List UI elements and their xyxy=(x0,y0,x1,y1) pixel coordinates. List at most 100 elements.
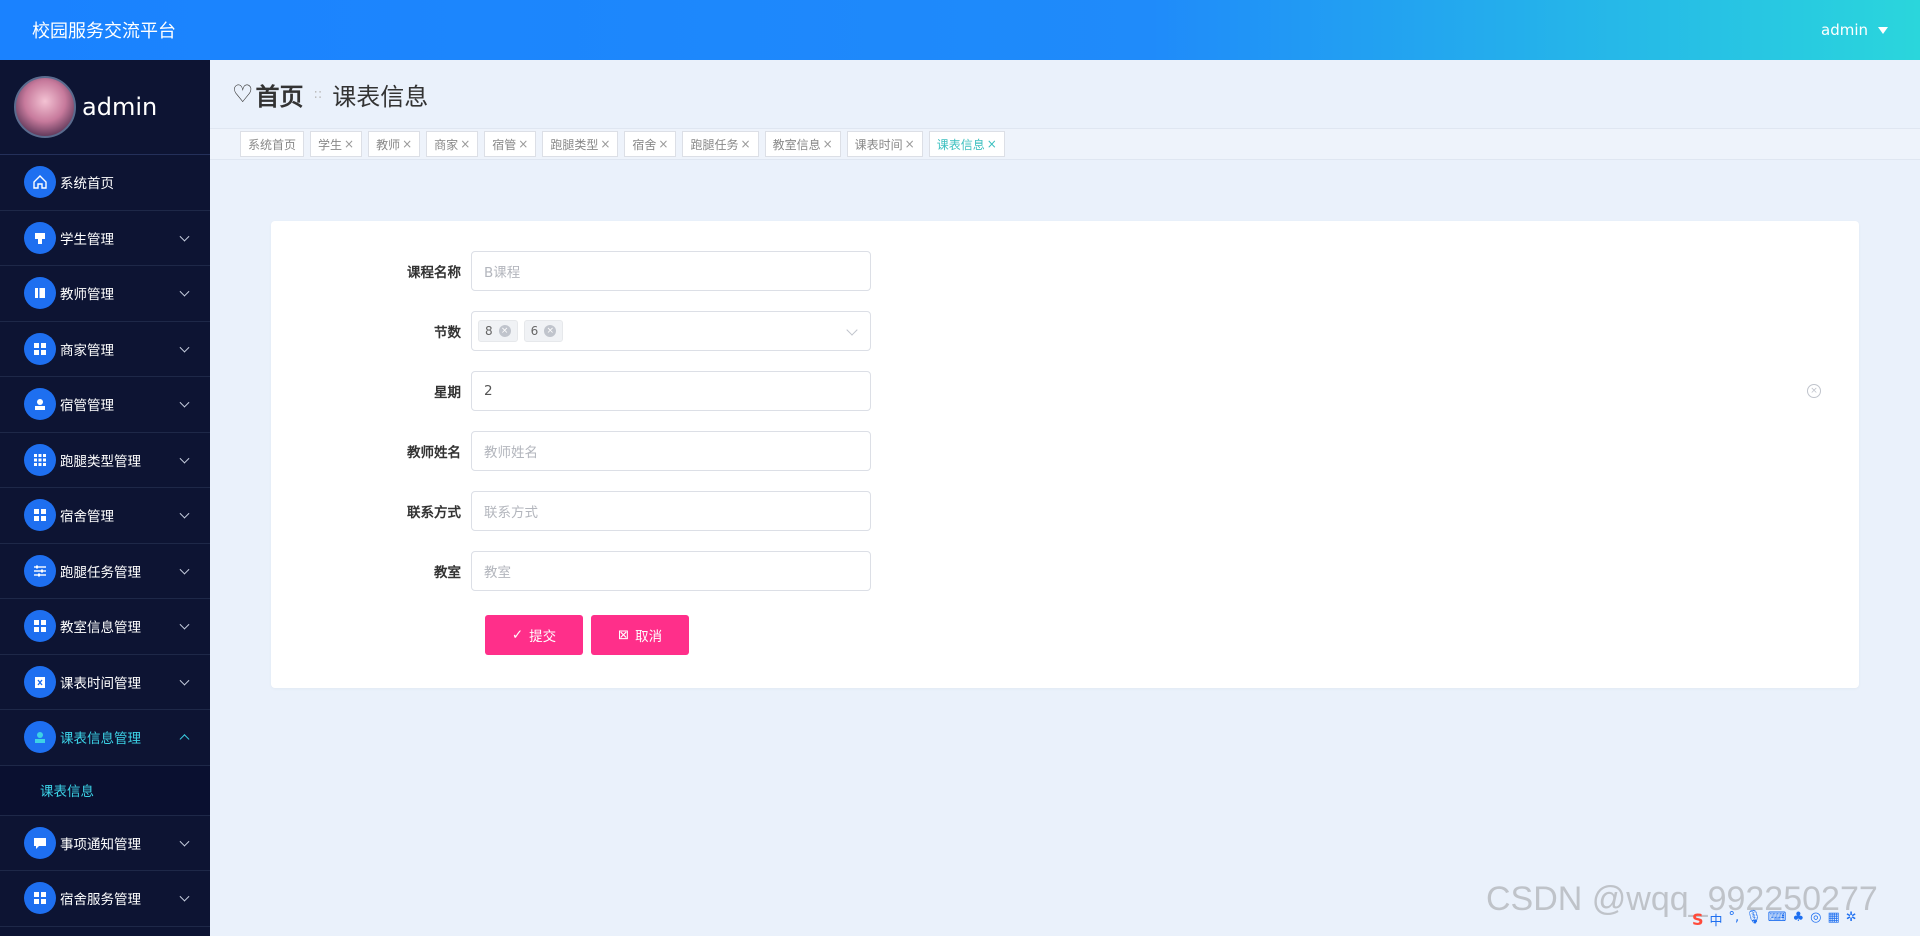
apps-grid-icon[interactable]: ▦ xyxy=(1827,910,1839,929)
classroom-placeholder: 教室 xyxy=(484,565,511,581)
sidebar-item-label: 事项通知管理 xyxy=(60,836,141,853)
remove-tag-icon[interactable]: × xyxy=(498,325,511,337)
top-bar: 校园服务交流平台 admin xyxy=(0,0,1920,60)
sidebar-item-home[interactable]: 系统首页 xyxy=(0,155,210,211)
sidebar-item-label: 教室信息管理 xyxy=(60,620,141,637)
tab-schedule-info[interactable]: 课表信息 × xyxy=(928,131,1005,157)
sidebar-subitem-schedule-info[interactable]: 课表信息 xyxy=(0,765,210,816)
tab-home[interactable]: 系统首页 xyxy=(240,131,305,157)
sidebar-item-dorm-managers[interactable]: 宿管管理 xyxy=(0,377,210,433)
tab-students[interactable]: 学生 × xyxy=(310,131,363,157)
form-row-weekday: 星期 2 × xyxy=(271,371,1859,411)
keyboard-icon[interactable]: ⌨ xyxy=(1768,910,1787,929)
sidebar-item-merchants[interactable]: 商家管理 xyxy=(0,322,210,377)
chevron-down-icon xyxy=(179,564,190,575)
tab-classrooms[interactable]: 教室信息 × xyxy=(764,131,841,157)
close-icon[interactable]: × xyxy=(987,137,997,151)
sidebar-item-notices[interactable]: 事项通知管理 xyxy=(0,816,210,871)
chevron-down-icon xyxy=(179,675,190,686)
form-row-teacher: 教师姓名 教师姓名 xyxy=(271,431,1859,471)
punctuation-icon[interactable]: °, xyxy=(1729,910,1740,929)
tab-label: 教室信息 xyxy=(772,137,821,152)
sidebar-item-label: 跑腿类型管理 xyxy=(60,453,141,470)
sliders-icon xyxy=(24,554,56,587)
cancel-button[interactable]: ⊠ 取消 xyxy=(591,615,689,655)
remove-tag-icon[interactable]: × xyxy=(544,325,557,337)
weekday-label: 星期 xyxy=(434,385,461,401)
student-icon xyxy=(24,221,56,254)
user-menu-label: admin xyxy=(1821,21,1868,39)
user-menu[interactable]: admin xyxy=(1821,21,1888,39)
close-icon[interactable]: × xyxy=(741,137,751,151)
close-icon[interactable]: × xyxy=(518,137,528,151)
tab-errand-tasks[interactable]: 跑腿任务 × xyxy=(682,131,759,157)
chinese-mode-icon[interactable]: 中 xyxy=(1710,910,1723,929)
grid-icon xyxy=(24,332,56,365)
tab-dorms[interactable]: 宿舍 × xyxy=(624,131,677,157)
settings-icon[interactable]: ✲ xyxy=(1846,910,1857,929)
chevron-down-icon xyxy=(846,324,858,336)
chevron-down-icon xyxy=(179,891,190,902)
classroom-label: 教室 xyxy=(434,565,461,581)
tab-label: 课表信息 xyxy=(936,137,985,152)
sessions-select[interactable]: 8 × 6 × xyxy=(471,311,871,351)
sidebar-item-label: 课表时间管理 xyxy=(60,675,141,692)
sidebar-item-classrooms[interactable]: 教室信息管理 xyxy=(0,599,210,655)
tab-label: 教师 xyxy=(376,137,401,152)
contact-placeholder: 联系方式 xyxy=(484,505,538,521)
grid-icon xyxy=(24,499,56,532)
course-name-input[interactable]: B课程 xyxy=(471,251,871,291)
home-icon xyxy=(24,166,56,199)
sidebar-item-schedule-times[interactable]: 课表时间管理 xyxy=(0,655,210,710)
clear-icon[interactable]: × xyxy=(1807,384,1821,398)
microphone-icon[interactable]: 🎙 xyxy=(1745,910,1762,929)
sidebar-item-dorms[interactable]: 宿舍管理 xyxy=(0,488,210,544)
close-icon[interactable]: × xyxy=(460,137,470,151)
close-icon[interactable]: × xyxy=(658,137,668,151)
close-icon[interactable]: × xyxy=(600,137,610,151)
close-icon[interactable]: × xyxy=(402,137,412,151)
sidebar-item-dorm-services[interactable]: 宿舍服务管理 xyxy=(0,871,210,927)
tab-label: 课表时间 xyxy=(854,137,903,152)
tag-label: 6 xyxy=(530,324,539,338)
tab-teachers[interactable]: 教师 × xyxy=(368,131,421,157)
tab-dorm-managers[interactable]: 宿管 × xyxy=(484,131,537,157)
ime-logo-icon[interactable]: S xyxy=(1692,910,1704,929)
sidebar-item-label: 商家管理 xyxy=(60,342,114,359)
skin-icon[interactable]: ♣ xyxy=(1792,910,1804,929)
tab-label: 宿管 xyxy=(492,137,517,152)
close-icon[interactable]: × xyxy=(905,137,915,151)
breadcrumb-current: 课表信息 xyxy=(332,82,429,111)
check-icon: ✓ xyxy=(511,627,524,643)
sidebar-item-teachers[interactable]: 教师管理 xyxy=(0,266,210,322)
app-title: 校园服务交流平台 xyxy=(32,21,176,42)
teacher-placeholder: 教师姓名 xyxy=(484,445,538,461)
chevron-down-icon xyxy=(179,397,190,408)
weekday-value: 2 xyxy=(484,383,493,399)
sidebar-item-errand-types[interactable]: 跑腿类型管理 xyxy=(0,433,210,488)
submit-button[interactable]: ✓ 提交 xyxy=(485,615,583,655)
sidebar-item-label: 宿管管理 xyxy=(60,398,114,415)
tab-errand-types[interactable]: 跑腿类型 × xyxy=(542,131,619,157)
heart-icon: ♡ xyxy=(232,80,254,108)
weekday-input[interactable]: 2 xyxy=(471,371,871,411)
sessions-label: 节数 xyxy=(434,325,461,341)
game-icon[interactable]: ◎ xyxy=(1810,910,1821,929)
teacher-label: 教师姓名 xyxy=(407,445,461,461)
sidebar-item-schedule-info[interactable]: 课表信息管理 xyxy=(0,710,210,766)
close-icon[interactable]: × xyxy=(823,137,833,151)
tab-schedule-times[interactable]: 课表时间 × xyxy=(846,131,923,157)
contact-input[interactable]: 联系方式 xyxy=(471,491,871,531)
tab-merchants[interactable]: 商家 × xyxy=(426,131,479,157)
sidebar-item-students[interactable]: 学生管理 xyxy=(0,211,210,266)
close-box-icon: ⊠ xyxy=(617,627,630,643)
course-name-placeholder: B课程 xyxy=(484,265,521,281)
chat-icon xyxy=(24,826,56,859)
teacher-input[interactable]: 教师姓名 xyxy=(471,431,871,471)
chevron-down-icon xyxy=(179,453,190,464)
classroom-input[interactable]: 教室 xyxy=(471,551,871,591)
breadcrumb-home[interactable]: 首页 xyxy=(256,77,304,112)
sidebar-item-errand-tasks[interactable]: 跑腿任务管理 xyxy=(0,544,210,599)
close-icon[interactable]: × xyxy=(344,137,354,151)
user-icon xyxy=(24,388,56,421)
